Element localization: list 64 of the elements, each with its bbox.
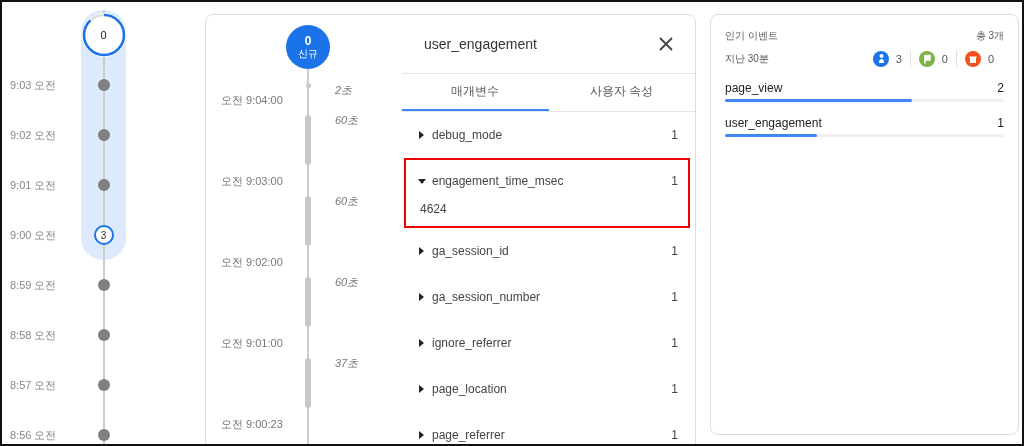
- parameter-value: 4624: [419, 202, 448, 218]
- event-name[interactable]: user_engagement: [725, 116, 822, 130]
- card-title: 인기 이벤트: [725, 29, 778, 43]
- event-time: 오전 9:01:00: [220, 336, 284, 351]
- minute-label: 9:01 오전: [9, 177, 58, 193]
- count-ring[interactable]: 0: [81, 13, 126, 57]
- parameter-count: 1: [671, 128, 678, 142]
- minute-dot[interactable]: [97, 129, 110, 141]
- minute-dot[interactable]: [97, 429, 110, 441]
- minute-dot[interactable]: [97, 279, 110, 291]
- minute-dot[interactable]: [97, 179, 110, 191]
- minute-label: 9:03 오전: [9, 77, 58, 93]
- duration-label: 60초: [334, 194, 360, 209]
- period-label: 지난 30분: [725, 52, 769, 66]
- caret-icon[interactable]: [418, 339, 426, 347]
- parameter-count: 1: [671, 336, 678, 350]
- duration-label: 60초: [334, 113, 360, 128]
- minute-label: 8:57 오전: [9, 377, 58, 393]
- event-name[interactable]: page_view: [725, 81, 783, 95]
- minute-label: 8:56 오전: [9, 427, 58, 443]
- parameter-count: 1: [671, 290, 678, 304]
- parameter-name[interactable]: debug_mode: [432, 128, 666, 142]
- event-count[interactable]: 3: [93, 225, 114, 245]
- parameter-count: 1: [671, 244, 678, 258]
- minute-dot[interactable]: [97, 79, 110, 91]
- minute-label: 8:59 오전: [9, 277, 58, 293]
- parameter-count: 1: [671, 174, 678, 188]
- parameter-name[interactable]: page_referrer: [432, 428, 666, 442]
- duration-label: 2초: [334, 83, 354, 98]
- close-icon[interactable]: [657, 35, 675, 53]
- total-count: 총 3개: [975, 29, 1004, 43]
- caret-icon[interactable]: [418, 247, 426, 255]
- stat-count: 0: [941, 53, 948, 65]
- minute-label: 8:58 오전: [9, 327, 58, 343]
- caret-icon[interactable]: [418, 177, 426, 185]
- minute-dot[interactable]: [97, 329, 110, 341]
- event-time: 오전 9:02:00: [220, 255, 284, 270]
- parameter-name[interactable]: ga_session_number: [432, 290, 666, 304]
- parameter-name[interactable]: ignore_referrer: [432, 336, 666, 350]
- caret-icon[interactable]: [418, 385, 426, 393]
- event-time: 오전 9:00:23: [220, 417, 284, 432]
- minute-dot[interactable]: [97, 379, 110, 391]
- event-time: 오전 9:03:00: [220, 174, 284, 189]
- caret-icon[interactable]: [418, 293, 426, 301]
- tab[interactable]: 매개변수: [402, 74, 549, 111]
- stat-count: 3: [895, 53, 902, 65]
- stat-count: 0: [987, 53, 994, 65]
- caret-icon[interactable]: [418, 131, 426, 139]
- caret-icon[interactable]: [418, 431, 426, 439]
- duration-label: 37초: [334, 356, 360, 371]
- event-title: user_engagement: [424, 36, 537, 52]
- duration-label: 60초: [334, 275, 360, 290]
- parameter-name[interactable]: ga_session_id: [432, 244, 666, 258]
- event-time: 오전 9:04:00: [220, 93, 284, 108]
- event-count: 2: [997, 81, 1004, 95]
- parameter-count: 1: [671, 428, 678, 442]
- minute-label: 9:02 오전: [9, 127, 58, 143]
- parameter-name[interactable]: page_location: [432, 382, 666, 396]
- minute-label: 9:00 오전: [9, 227, 58, 243]
- parameter-count: 1: [671, 382, 678, 396]
- new-user-badge[interactable]: 0 신규: [286, 25, 330, 69]
- tab[interactable]: 사용자 속성: [548, 74, 695, 111]
- parameter-name[interactable]: engagement_time_msec: [432, 174, 666, 188]
- event-count: 1: [997, 116, 1004, 130]
